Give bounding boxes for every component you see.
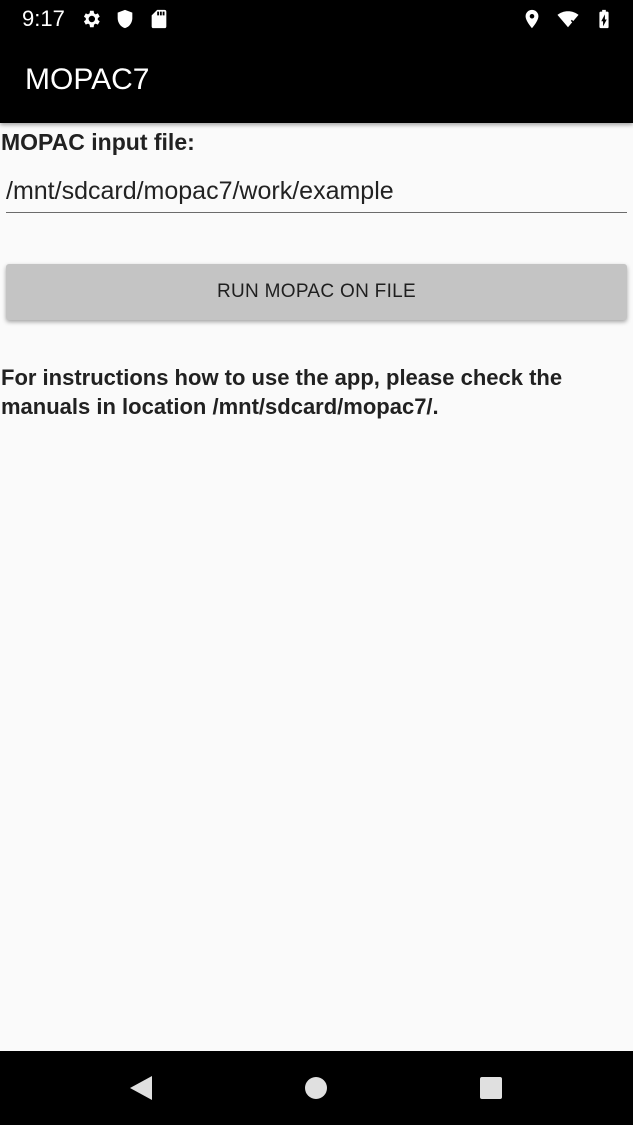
home-icon bbox=[305, 1077, 327, 1099]
recents-icon bbox=[480, 1077, 502, 1099]
recents-button[interactable] bbox=[474, 1071, 508, 1105]
status-bar: 9:17 bbox=[0, 0, 633, 38]
home-button[interactable] bbox=[299, 1071, 333, 1105]
status-right-icons bbox=[521, 8, 615, 30]
battery-charging-icon bbox=[593, 8, 615, 30]
back-icon bbox=[130, 1076, 152, 1100]
main-content: MOPAC input file: RUN MOPAC ON FILE For … bbox=[0, 123, 633, 1051]
status-left-icons bbox=[80, 8, 170, 30]
location-icon bbox=[521, 8, 543, 30]
navigation-bar bbox=[0, 1051, 633, 1125]
instructions-text: For instructions how to use the app, ple… bbox=[1, 365, 563, 419]
input-file-field[interactable] bbox=[6, 171, 627, 213]
status-time: 9:17 bbox=[22, 6, 65, 31]
input-file-label: MOPAC input file: bbox=[1, 129, 195, 155]
sd-card-icon bbox=[148, 8, 170, 30]
shield-icon bbox=[114, 8, 136, 30]
app-bar: MOPAC7 bbox=[0, 38, 633, 123]
run-mopac-button[interactable]: RUN MOPAC ON FILE bbox=[6, 264, 627, 320]
wifi-icon bbox=[557, 8, 579, 30]
settings-icon bbox=[80, 8, 102, 30]
back-button[interactable] bbox=[124, 1071, 158, 1105]
screen: 9:17 MOPAC7 MOPAC input file: /mnt/sdcar… bbox=[0, 0, 633, 1125]
app-title: MOPAC7 bbox=[25, 63, 150, 96]
